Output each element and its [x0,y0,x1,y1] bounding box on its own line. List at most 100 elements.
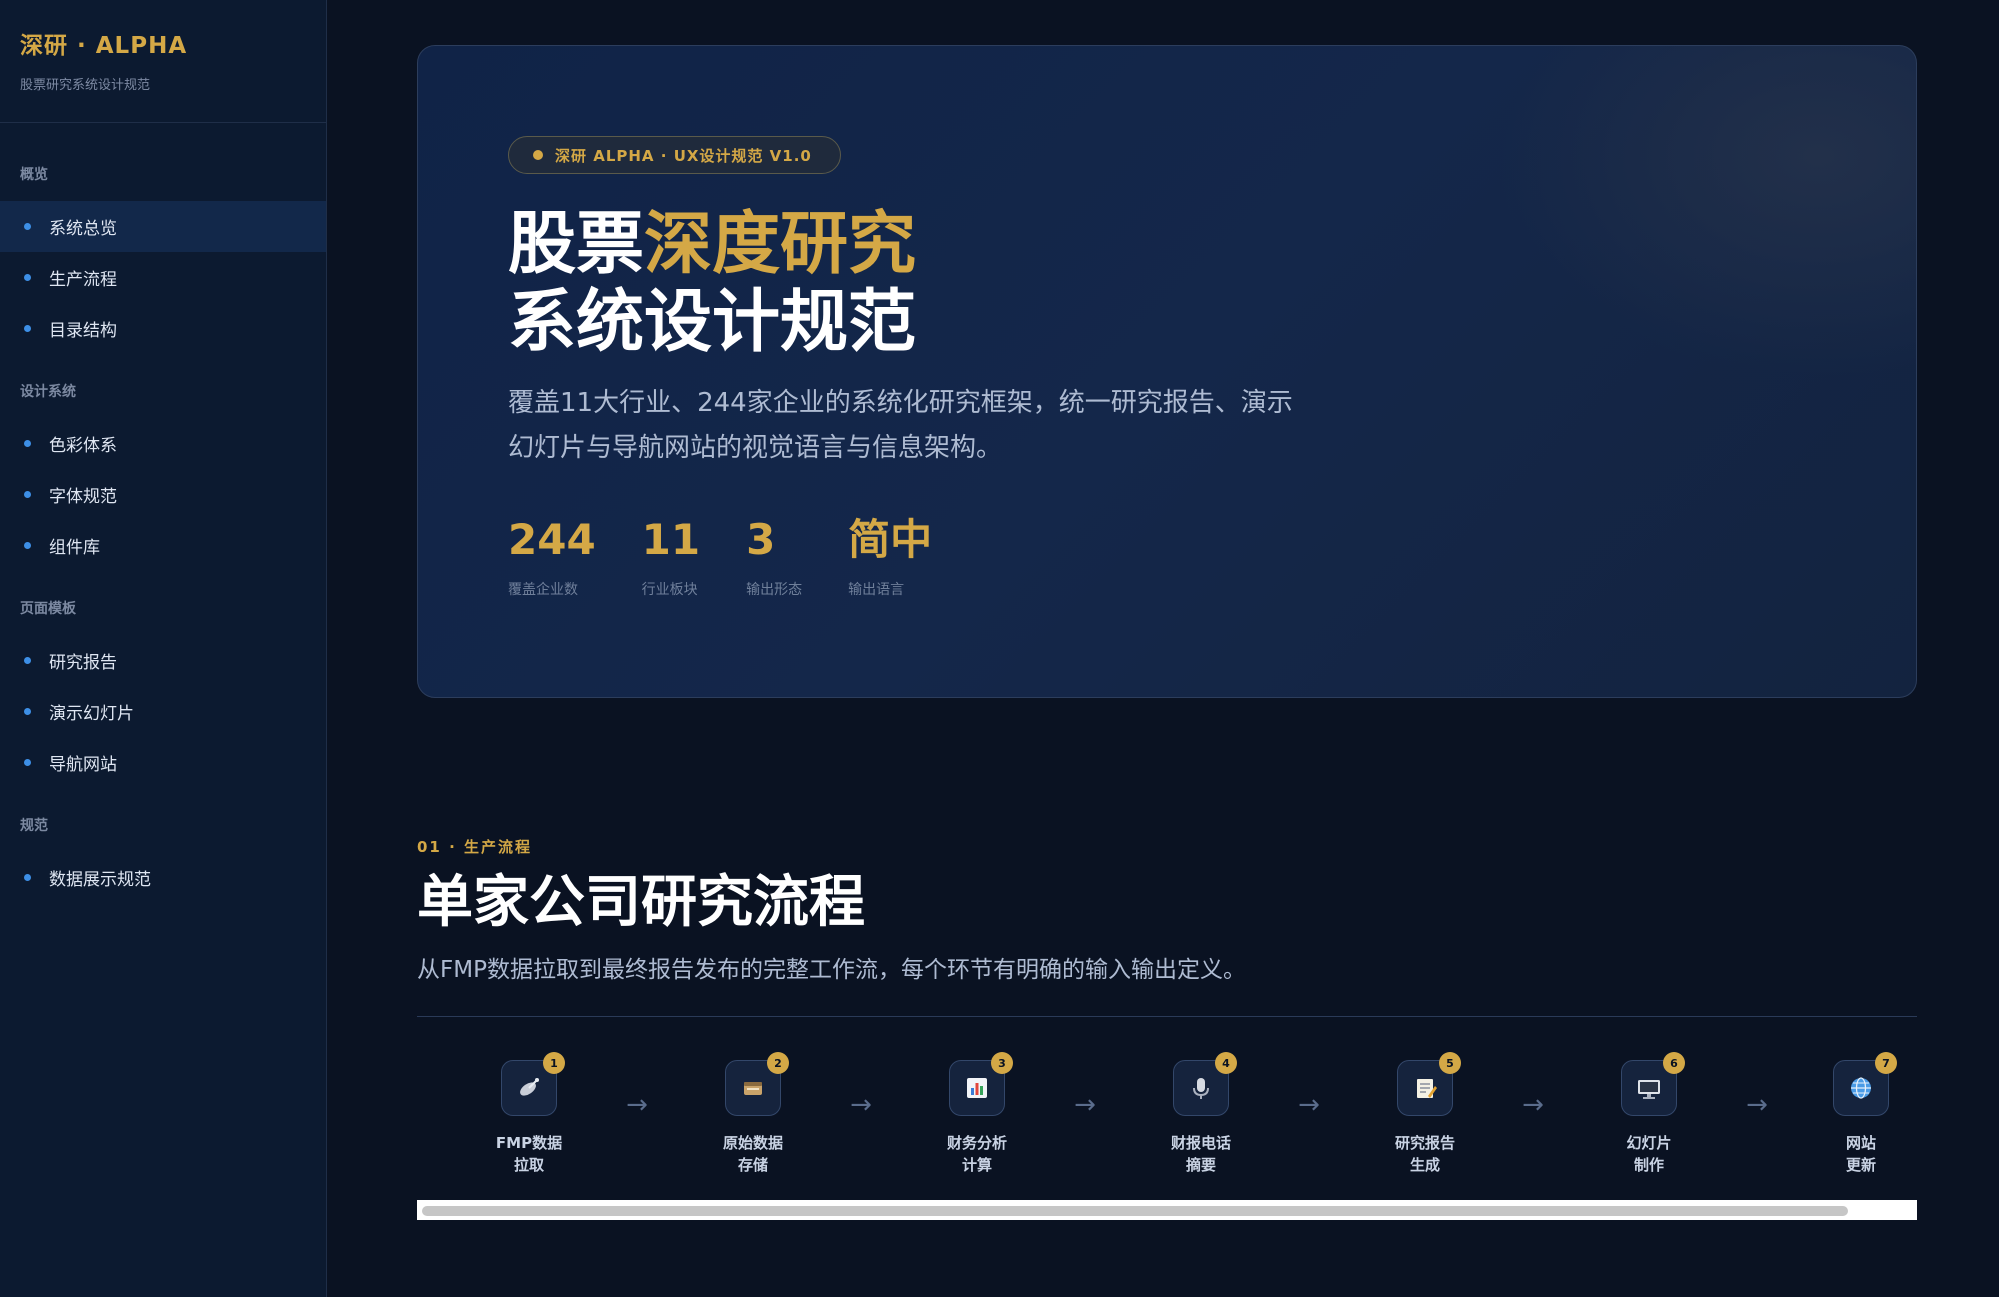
sidebar-item-label: 演示幻灯片 [49,704,134,724]
sidebar-item-typography[interactable]: 字体规范 [0,469,326,520]
stat-label: 覆盖企业数 [508,582,578,598]
sidebar-item-components[interactable]: 组件库 [0,520,326,571]
microphone-icon: 4 [1173,1052,1237,1116]
step-label-line2: 生成 [1409,1156,1440,1174]
app-root: 深研 · ALPHA 股票研究系统设计规范 概览 系统总览 生产流程 目录结构 [0,0,1999,1297]
sidebar-item-directory-structure[interactable]: 目录结构 [0,303,326,354]
stat-companies: 244 覆盖企业数 [508,516,596,599]
step-number-badge: 3 [991,1052,1013,1074]
bullet-dot-icon [24,491,31,498]
flow-arrow-icon: → [626,1090,648,1120]
sidebar-item-label: 色彩体系 [49,436,117,456]
step-label: 原始数据 存储 [697,1132,809,1176]
stat-label: 行业板块 [641,582,698,598]
flow-step-4: 4 财报电话 摘要 [1145,1052,1257,1176]
step-label: 财务分析 计算 [921,1132,1033,1176]
sidebar-item-color-system[interactable]: 色彩体系 [0,418,326,469]
flow-step-2: 2 原始数据 存储 [697,1052,809,1176]
step-label-line2: 制作 [1633,1156,1664,1174]
nav-group-page-templates: 页面模板 研究报告 演示幻灯片 导航网站 [0,597,326,788]
bullet-dot-icon [24,440,31,447]
sidebar-nav: 概览 系统总览 生产流程 目录结构 设计系统 色彩体系 字体规范 组件库 页面模… [0,123,326,903]
hero-stats: 244 覆盖企业数 11 行业板块 3 输出形态 简中 输出语言 [508,516,978,599]
stat-sectors: 11 行业板块 [642,516,700,599]
stat-value: 11 [641,515,701,564]
bullet-dot-icon [24,708,31,715]
flow-arrow-icon: → [850,1090,872,1120]
section-divider [417,1016,1917,1017]
step-number-badge: 1 [543,1052,565,1074]
flow-arrow-icon: → [1298,1090,1320,1120]
nav-group-label: 概览 [20,167,48,183]
step-label: 研究报告 生成 [1369,1132,1481,1176]
step-label-line1: FMP数据 [495,1134,563,1152]
sidebar-item-label: 系统总览 [49,219,117,239]
sidebar-item-system-overview[interactable]: 系统总览 [0,201,326,252]
flow-arrow-icon: → [1522,1090,1544,1120]
flow-arrow-icon: → [1074,1090,1096,1120]
sidebar: 深研 · ALPHA 股票研究系统设计规范 概览 系统总览 生产流程 目录结构 [0,0,327,1297]
horizontal-scrollbar[interactable] [417,1200,1917,1220]
main-content: 深研 ALPHA · UX设计规范 V1.0 股票深度研究 系统设计规范 覆盖1… [327,0,1999,1297]
process-flow: 1 FMP数据 拉取 → 2 原始数据 存储 → 3 财务分析 计算 → 4 财… [417,1052,1917,1188]
satellite-icon: 1 [501,1052,565,1116]
section-title: 单家公司研究流程 [417,870,865,935]
step-label-line1: 研究报告 [1394,1134,1455,1152]
hero-desc-line2: 幻灯片与导航网站的视觉语言与信息架构。 [508,433,1003,463]
hero-description: 覆盖11大行业、244家企业的系统化研究框架，统一研究报告、演示 幻灯片与导航网… [508,381,1368,471]
flow-step-1: 1 FMP数据 拉取 [473,1052,585,1176]
step-label: 财报电话 摘要 [1145,1132,1257,1176]
bullet-dot-icon [24,759,31,766]
step-label-line2: 更新 [1845,1156,1876,1174]
step-number-badge: 6 [1663,1052,1685,1074]
step-number-badge: 4 [1215,1052,1237,1074]
step-label: 网站 更新 [1805,1132,1917,1176]
step-number-badge: 2 [767,1052,789,1074]
brand-header: 深研 · ALPHA 股票研究系统设计规范 [0,0,326,123]
hero-title-line2: 系统设计规范 [508,283,917,362]
sidebar-item-label: 目录结构 [49,321,117,341]
version-badge: 深研 ALPHA · UX设计规范 V1.0 [508,136,841,174]
dot-icon [533,150,543,160]
step-label-line2: 计算 [961,1156,992,1174]
sidebar-item-research-report[interactable]: 研究报告 [0,635,326,686]
flow-arrow-icon: → [1746,1090,1768,1120]
flow-step-6: 6 幻灯片 制作 [1593,1052,1705,1176]
sidebar-item-nav-site[interactable]: 导航网站 [0,737,326,788]
version-badge-text: 深研 ALPHA · UX设计规范 V1.0 [555,146,812,165]
stat-value: 3 [746,515,776,564]
sidebar-item-production-flow[interactable]: 生产流程 [0,252,326,303]
step-label-line2: 存储 [737,1156,768,1174]
sidebar-item-label: 研究报告 [49,653,117,673]
bullet-dot-icon [24,223,31,230]
step-label-line1: 幻灯片 [1626,1134,1672,1152]
nav-group-label: 规范 [20,818,48,834]
stat-label: 输出形态 [746,582,803,598]
monitor-icon: 6 [1621,1052,1685,1116]
card-file-icon: 2 [725,1052,789,1116]
nav-group-overview: 概览 系统总览 生产流程 目录结构 [0,163,326,354]
step-label-line1: 财报电话 [1170,1134,1231,1152]
brand-subtitle: 股票研究系统设计规范 [20,78,151,93]
flow-step-3: 3 财务分析 计算 [921,1052,1033,1176]
step-number-badge: 5 [1439,1052,1461,1074]
brand-title: 深研 · ALPHA [20,33,188,59]
bar-chart-icon: 3 [949,1052,1013,1116]
sidebar-item-label: 字体规范 [49,487,117,507]
hero-desc-line1: 覆盖11大行业、244家企业的系统化研究框架，统一研究报告、演示 [508,388,1293,418]
step-label-line2: 拉取 [513,1156,544,1174]
flow-step-7: 7 网站 更新 [1805,1052,1917,1176]
flow-step-5: 5 研究报告 生成 [1369,1052,1481,1176]
sidebar-item-data-display[interactable]: 数据展示规范 [0,852,326,903]
nav-group-specs: 规范 数据展示规范 [0,814,326,903]
step-label-line2: 摘要 [1185,1156,1216,1174]
step-label-line1: 网站 [1845,1134,1876,1152]
globe-icon: 7 [1833,1052,1897,1116]
stat-output-forms: 3 输出形态 [746,516,802,599]
step-number-badge: 7 [1875,1052,1897,1074]
step-label-line1: 财务分析 [946,1134,1007,1152]
scrollbar-thumb[interactable] [422,1206,1848,1216]
section-description: 从FMP数据拉取到最终报告发布的完整工作流，每个环节有明确的输入输出定义。 [417,957,1246,983]
step-label: FMP数据 拉取 [473,1132,585,1176]
sidebar-item-slides[interactable]: 演示幻灯片 [0,686,326,737]
